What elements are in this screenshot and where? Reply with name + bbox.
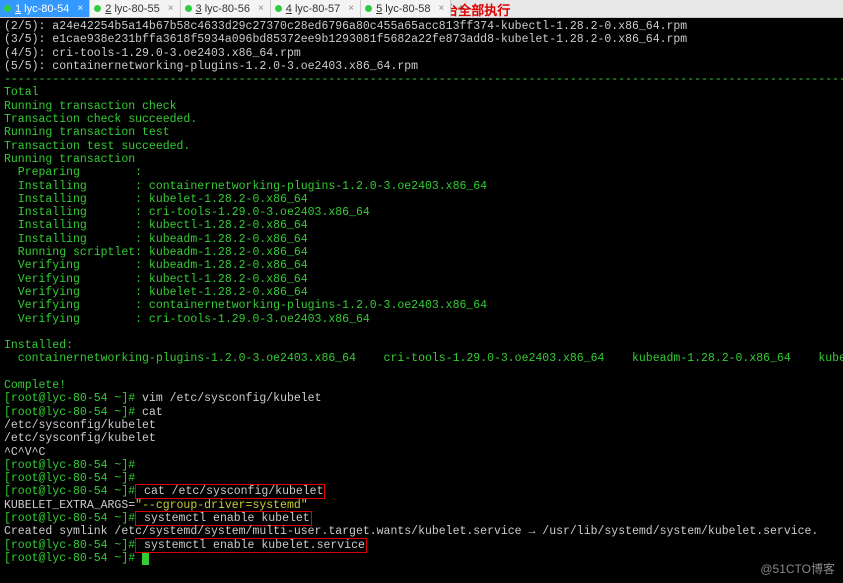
tab-lyc-80-58[interactable]: 5 lyc-80-58 × bbox=[361, 0, 451, 17]
terminal-line bbox=[4, 326, 839, 339]
close-icon[interactable]: × bbox=[348, 3, 354, 14]
terminal-line: Running transaction check bbox=[4, 100, 839, 113]
terminal-line: Transaction test succeeded. bbox=[4, 140, 839, 153]
terminal-line: (3/5): e1cae938e231bffa3618f5934a096bd85… bbox=[4, 33, 839, 46]
terminal-line: Created symlink /etc/systemd/system/mult… bbox=[4, 525, 839, 538]
terminal-line: ----------------------------------------… bbox=[4, 73, 839, 86]
terminal-line: Verifying : kubectl-1.28.2-0.x86_64 bbox=[4, 273, 839, 286]
terminal-line: Installing : cri-tools-1.29.0-3.oe2403.x… bbox=[4, 206, 839, 219]
terminal-line: Running transaction test bbox=[4, 126, 839, 139]
status-dot-icon bbox=[94, 5, 101, 12]
tab-lyc-80-55[interactable]: 2 lyc-80-55 × bbox=[90, 0, 180, 17]
terminal-line: Preparing : bbox=[4, 166, 839, 179]
terminal-line: Running transaction bbox=[4, 153, 839, 166]
terminal-line: [root@lyc-80-54 ~]# systemctl enable kub… bbox=[4, 512, 839, 525]
terminal-line: Installing : kubelet-1.28.2-0.x86_64 bbox=[4, 193, 839, 206]
tab-label: 2 lyc-80-55 bbox=[105, 3, 159, 15]
terminal-line: (5/5): containernetworking-plugins-1.2.0… bbox=[4, 60, 839, 73]
terminal-line: Installed: bbox=[4, 339, 839, 352]
watermark: @51CTO博客 bbox=[760, 560, 835, 577]
terminal-line bbox=[4, 366, 839, 379]
terminal-line: Verifying : kubeadm-1.28.2-0.x86_64 bbox=[4, 259, 839, 272]
terminal-line: Installing : containernetworking-plugins… bbox=[4, 180, 839, 193]
status-dot-icon bbox=[275, 5, 282, 12]
tab-lyc-80-57[interactable]: 4 lyc-80-57 × bbox=[271, 0, 361, 17]
terminal-line: [root@lyc-80-54 ~]# bbox=[4, 459, 839, 472]
terminal-line: [root@lyc-80-54 ~]# systemctl enable kub… bbox=[4, 539, 839, 552]
terminal-line: /etc/sysconfig/kubelet bbox=[4, 432, 839, 445]
terminal-line: Verifying : cri-tools-1.29.0-3.oe2403.x8… bbox=[4, 313, 839, 326]
terminal-line: containernetworking-plugins-1.2.0-3.oe24… bbox=[4, 352, 839, 365]
terminal-line: /etc/sysconfig/kubelet bbox=[4, 419, 839, 432]
tab-label: 1 lyc-80-54 bbox=[15, 3, 69, 15]
close-icon[interactable]: × bbox=[258, 3, 264, 14]
tab-lyc-80-56[interactable]: 3 lyc-80-56 × bbox=[181, 0, 271, 17]
tab-label: 5 lyc-80-58 bbox=[376, 3, 430, 15]
terminal-line: Verifying : kubelet-1.28.2-0.x86_64 bbox=[4, 286, 839, 299]
close-icon[interactable]: × bbox=[438, 3, 444, 14]
terminal-line: Complete! bbox=[4, 379, 839, 392]
terminal-line: [root@lyc-80-54 ~]# cat /etc/sysconfig/k… bbox=[4, 485, 839, 498]
terminal-line: [root@lyc-80-54 ~]# vim /etc/sysconfig/k… bbox=[4, 392, 839, 405]
status-dot-icon bbox=[4, 5, 11, 12]
tab-bar: 1 lyc-80-54×2 lyc-80-55×3 lyc-80-56×4 ly… bbox=[0, 0, 843, 18]
status-dot-icon bbox=[185, 5, 192, 12]
terminal-output[interactable]: (2/5): a24e42254b5a14b67b58c4633d29c2737… bbox=[0, 18, 843, 583]
terminal-line: KUBELET_EXTRA_ARGS="--cgroup-driver=syst… bbox=[4, 499, 839, 512]
close-icon[interactable]: × bbox=[77, 3, 83, 14]
status-dot-icon bbox=[365, 5, 372, 12]
terminal-line: [root@lyc-80-54 ~]# cat bbox=[4, 406, 839, 419]
terminal-line: [root@lyc-80-54 ~]# bbox=[4, 472, 839, 485]
terminal-line: [root@lyc-80-54 ~]# bbox=[4, 552, 839, 565]
terminal-line: Verifying : containernetworking-plugins-… bbox=[4, 299, 839, 312]
close-icon[interactable]: × bbox=[168, 3, 174, 14]
terminal-line: Total bbox=[4, 86, 839, 99]
tab-label: 3 lyc-80-56 bbox=[196, 3, 250, 15]
tab-label: 4 lyc-80-57 bbox=[286, 3, 340, 15]
terminal-line: Installing : kubectl-1.28.2-0.x86_64 bbox=[4, 219, 839, 232]
cursor-icon bbox=[142, 553, 149, 565]
terminal-line: Transaction check succeeded. bbox=[4, 113, 839, 126]
tab-lyc-80-54[interactable]: 1 lyc-80-54 × bbox=[0, 0, 90, 17]
terminal-line: ^C^V^C bbox=[4, 446, 839, 459]
terminal-line: Running scriptlet: kubeadm-1.28.2-0.x86_… bbox=[4, 246, 839, 259]
terminal-line: Installing : kubeadm-1.28.2-0.x86_64 bbox=[4, 233, 839, 246]
terminal-line: (2/5): a24e42254b5a14b67b58c4633d29c2737… bbox=[4, 20, 839, 33]
terminal-line: (4/5): cri-tools-1.29.0-3.oe2403.x86_64.… bbox=[4, 47, 839, 60]
